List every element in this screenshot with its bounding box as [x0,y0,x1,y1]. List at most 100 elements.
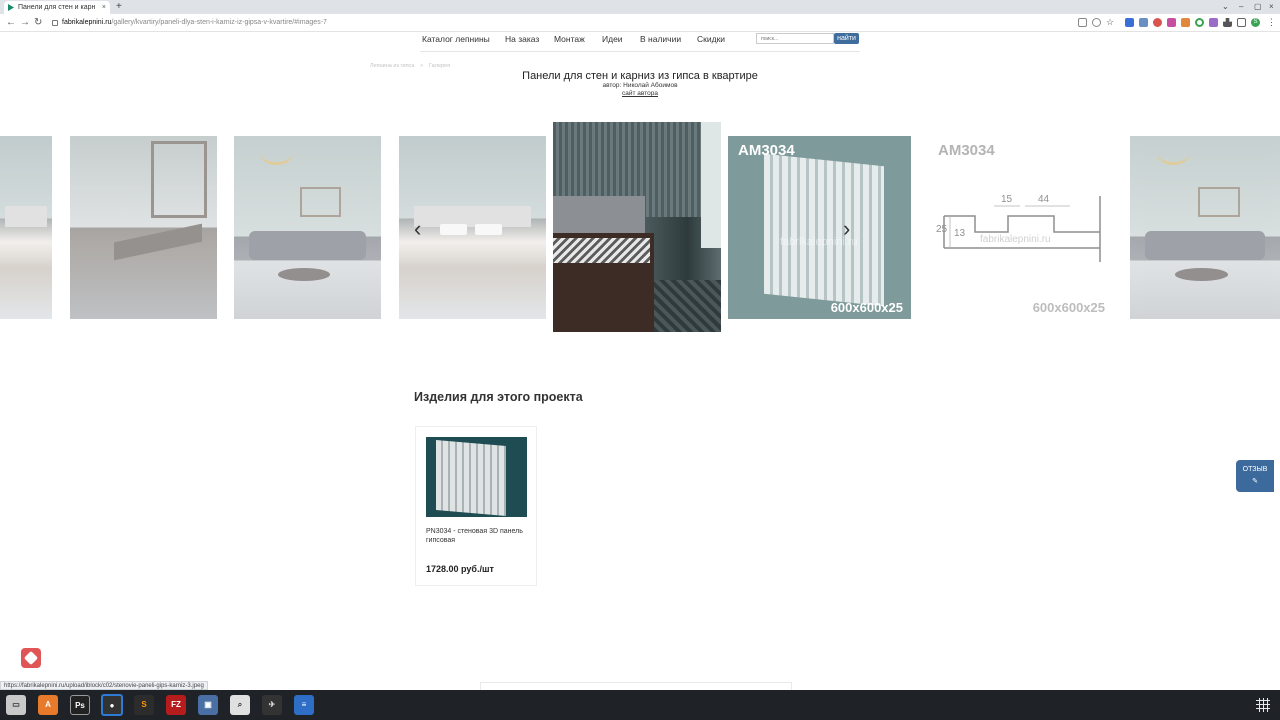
browser-tab-bar: Панели для стен и карн × + ⌄ – ▢ × [0,0,1280,14]
minimize-button[interactable]: – [1239,0,1243,14]
panel-size-label: 600x600x25 [830,300,903,315]
chrome-icon[interactable]: ● [101,694,123,716]
back-icon[interactable]: ← [6,16,16,30]
app-grid-icon[interactable] [1256,698,1270,712]
product-price: 1728.00 руб./шт [426,564,494,574]
tab-title: Панели для стен и карн [18,4,96,11]
tab-close-icon[interactable]: × [102,1,106,14]
extension-red-icon[interactable] [1153,18,1162,27]
tab-search-icon[interactable]: ⌄ [1222,0,1229,14]
profile-avatar[interactable]: S [1251,18,1260,27]
breadcrumb-home[interactable]: Лепнина из гипса [370,63,414,69]
extension-translate-icon[interactable] [1139,18,1148,27]
url-host: fabrikalepnini.ru [62,19,112,26]
sublime-text-icon[interactable]: S [134,695,154,715]
breadcrumb-gallery[interactable]: Галерея [429,63,450,69]
key-icon[interactable] [1078,18,1087,27]
site-search-button[interactable]: найти [834,33,859,44]
image-chandelier [260,141,293,166]
gallery-thumb-living-room[interactable] [234,136,381,319]
vm-app-icon[interactable]: ▣ [198,695,218,715]
gallery-active-image[interactable] [553,122,721,332]
image-chandelier [1157,141,1190,166]
status-bar-url: https://fabrikalepnini.ru/upload/iblock/… [0,681,208,690]
nav-installation[interactable]: Монтаж [554,33,585,45]
image-pillow [475,223,502,235]
nav-custom-order[interactable]: На заказ [505,33,539,45]
extension-pink-icon[interactable] [1167,18,1176,27]
feedback-button[interactable]: ОТЗЫВ ✎ [1236,460,1274,492]
forward-icon[interactable]: → [20,16,30,30]
panel-model-label: AM3034 [738,142,795,159]
gallery-thumb-drawing-am3034[interactable]: AM3034 15 44 25 13 fabrikalepnini.ru 600… [930,136,1113,319]
drawing-size-label: 600x600x25 [1032,300,1105,315]
files-app-icon[interactable]: ▭ [6,695,26,715]
image-floor [653,279,721,332]
image-frames [1197,187,1240,217]
extension-green-icon[interactable] [1195,18,1204,27]
product-card[interactable]: PN3034 - стеновая 3D панель гипсовая 172… [415,426,537,586]
gallery-prev-arrow[interactable]: ‹ [414,218,421,240]
image-pillow [440,223,467,235]
nav-in-stock[interactable]: В наличии [640,33,681,45]
document-app-icon[interactable]: ≡ [294,695,314,715]
watermark-text: fabrikalepnini.ru [980,234,1051,245]
discount-tag-button[interactable] [21,648,41,668]
url-field[interactable]: fabrikalepnini.ru/gallery/kvartiry/panel… [50,16,1080,30]
gallery-thumb-bedroom-left[interactable] [0,136,52,319]
site-favicon-icon [8,4,14,11]
image-sofa [248,231,367,261]
product-image[interactable] [426,437,527,517]
extension-orange-icon[interactable] [1181,18,1190,27]
tools-app-icon[interactable]: ✈ [262,695,282,715]
author-site-link[interactable]: сайт автора [0,90,1280,97]
products-section-title: Изделия для этого проекта [414,390,583,404]
nav-ideas[interactable]: Идеи [602,33,623,45]
image-headboard [413,205,532,228]
new-tab-button[interactable]: + [116,0,122,14]
share-icon[interactable] [1092,18,1101,27]
gallery-thumb-panel-am3034[interactable]: AM3034 fabrikalepnini.ru 600x600x25 [728,136,911,319]
image-panel-slats [764,153,884,307]
filezilla-icon[interactable]: FZ [166,695,186,715]
extension-purple-icon[interactable] [1209,18,1218,27]
image-headboard [553,195,646,234]
menu-dots-icon[interactable]: ⋮ [1267,18,1276,27]
bookmark-star-icon[interactable]: ☆ [1106,18,1115,27]
gallery-thumb-office[interactable] [70,136,217,319]
image-frames [300,187,342,217]
bottom-panel-edge [480,682,792,690]
feedback-label: ОТЗЫВ [1242,466,1268,473]
image-panel-slats [436,439,506,517]
image-desk [114,223,203,261]
image-table [278,267,330,281]
gallery-next-arrow[interactable]: › [843,218,850,240]
gallery-thumb-living-room-right[interactable] [1130,136,1280,319]
product-name[interactable]: PN3034 - стеновая 3D панель гипсовая [426,527,530,545]
taskbar: ▭ A Ps ● S FZ ▣ ⌕ ✈ ≡ [0,690,1280,720]
image-plaid [553,237,651,263]
site-search-input[interactable] [756,33,834,44]
nav-catalog[interactable]: Каталог лепнины [422,33,490,45]
edit-icon: ✎ [1252,478,1258,485]
maximize-button[interactable]: ▢ [1254,0,1262,14]
image-shelf [150,141,207,219]
image-table [1175,267,1228,281]
close-window-button[interactable]: × [1269,0,1274,14]
reload-icon[interactable]: ↻ [34,16,42,30]
url-path: /gallery/kvartiry/paneli-dlya-sten-i-kar… [111,19,327,26]
side-panel-icon[interactable] [1237,18,1246,27]
photoshop-icon[interactable]: Ps [70,695,90,715]
site-navigation: Каталог лепнины На заказ Монтаж Идеи В н… [0,32,1280,54]
app-store-icon[interactable]: A [38,695,58,715]
extension-flag-icon[interactable] [1125,18,1134,27]
nav-discounts[interactable]: Скидки [697,33,725,45]
extensions-puzzle-icon[interactable] [1223,18,1232,27]
dimension-25: 25 [936,224,948,235]
search-app-icon[interactable]: ⌕ [230,695,250,715]
address-bar-row: ← → ↻ fabrikalepnini.ru/gallery/kvartiry… [0,14,1280,32]
author-name: автор: Николай Абоимов [602,82,678,89]
browser-tab[interactable]: Панели для стен и карн × [4,1,110,14]
drawing-model-label: AM3034 [938,142,995,159]
dimension-15: 15 [1001,194,1013,205]
